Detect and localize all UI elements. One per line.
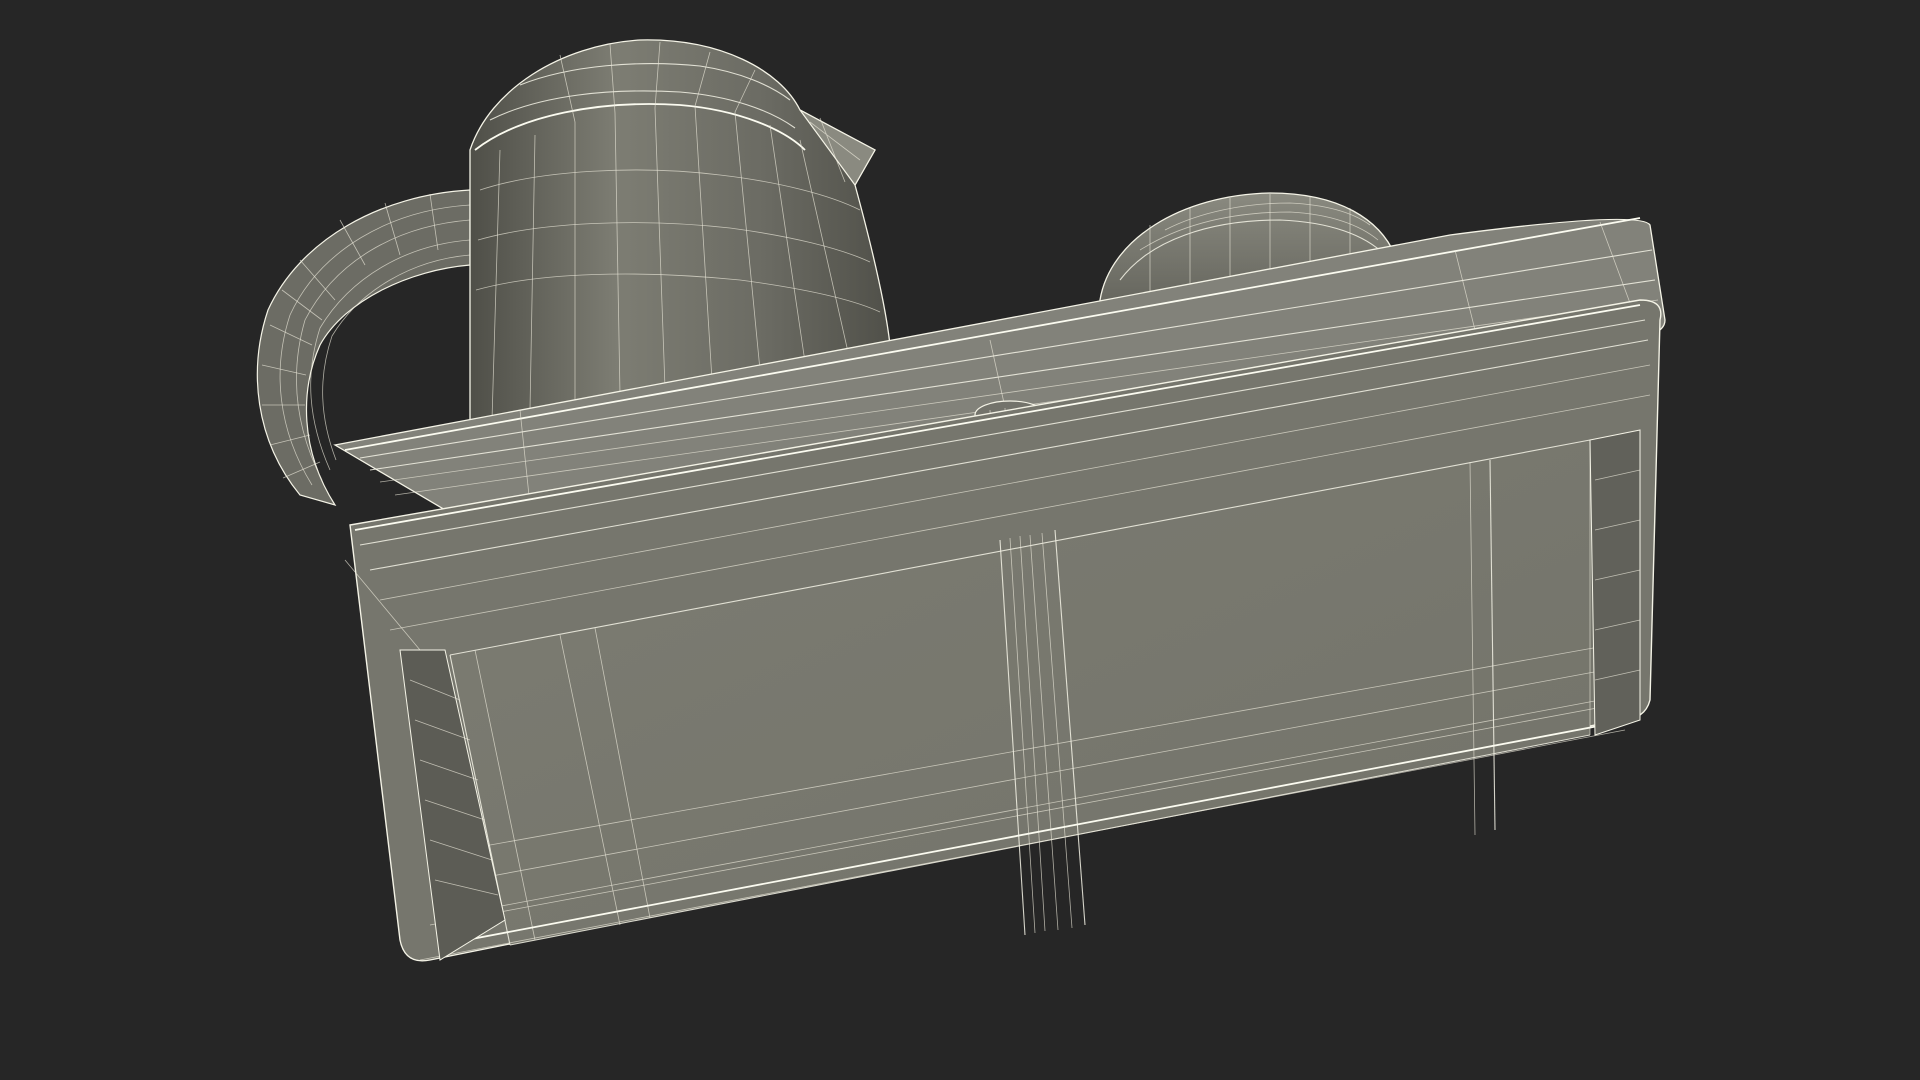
render-viewport [0,0,1920,1080]
wireframe-render [256,39,1666,962]
